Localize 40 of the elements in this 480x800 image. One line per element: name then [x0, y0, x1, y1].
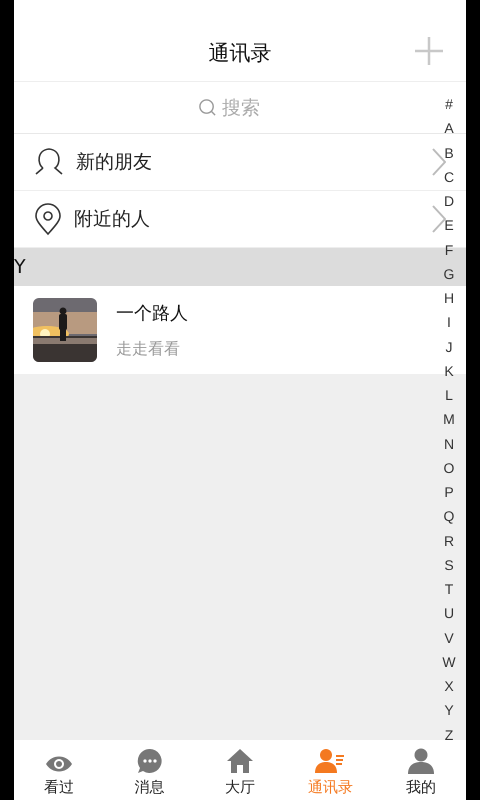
index-letter[interactable]: E: [444, 213, 454, 238]
chat-bubble-icon: [136, 748, 163, 774]
index-letter[interactable]: K: [444, 358, 454, 383]
home-icon: [226, 748, 254, 774]
index-letter[interactable]: X: [444, 674, 454, 698]
index-letter[interactable]: G: [444, 262, 454, 286]
index-letter[interactable]: J: [446, 334, 452, 359]
index-letter[interactable]: U: [444, 601, 454, 626]
index-letter[interactable]: B: [444, 140, 454, 165]
index-letter[interactable]: #: [445, 92, 453, 116]
index-letter[interactable]: N: [444, 432, 454, 456]
index-letter[interactable]: C: [444, 164, 454, 189]
eye-icon: [45, 754, 74, 774]
index-letter[interactable]: Y: [444, 698, 454, 722]
chevron-icon: [432, 148, 446, 176]
index-letter[interactable]: I: [447, 310, 451, 334]
search-icon: [198, 98, 217, 117]
index-letter[interactable]: H: [444, 286, 454, 310]
contact-row[interactable]: 一个路人 走走看看: [14, 286, 432, 374]
index-letter[interactable]: Q: [444, 504, 454, 528]
index-letter[interactable]: P: [444, 480, 454, 504]
location-pin-icon: [34, 202, 62, 236]
index-letter[interactable]: O: [444, 456, 454, 480]
page-title: 通讯录: [208, 40, 272, 67]
index-letter[interactable]: S: [444, 552, 454, 577]
add-icon[interactable]: [414, 36, 444, 66]
index-letter[interactable]: M: [443, 407, 455, 432]
index-letter[interactable]: D: [444, 189, 454, 214]
chevron-icon: [432, 205, 446, 233]
contact-name: 一个路人: [116, 302, 188, 324]
index-letter[interactable]: V: [444, 626, 454, 650]
person-icon: [408, 748, 434, 774]
contact-status: 走走看看: [116, 338, 181, 360]
index-letter[interactable]: T: [444, 577, 454, 602]
contacts-icon: [315, 748, 346, 774]
index-letter[interactable]: W: [442, 650, 456, 674]
index-letter[interactable]: R: [444, 528, 454, 553]
search-field[interactable]: 搜索: [198, 96, 282, 118]
index-letter[interactable]: L: [445, 383, 453, 408]
section-letter: Y: [14, 256, 26, 278]
